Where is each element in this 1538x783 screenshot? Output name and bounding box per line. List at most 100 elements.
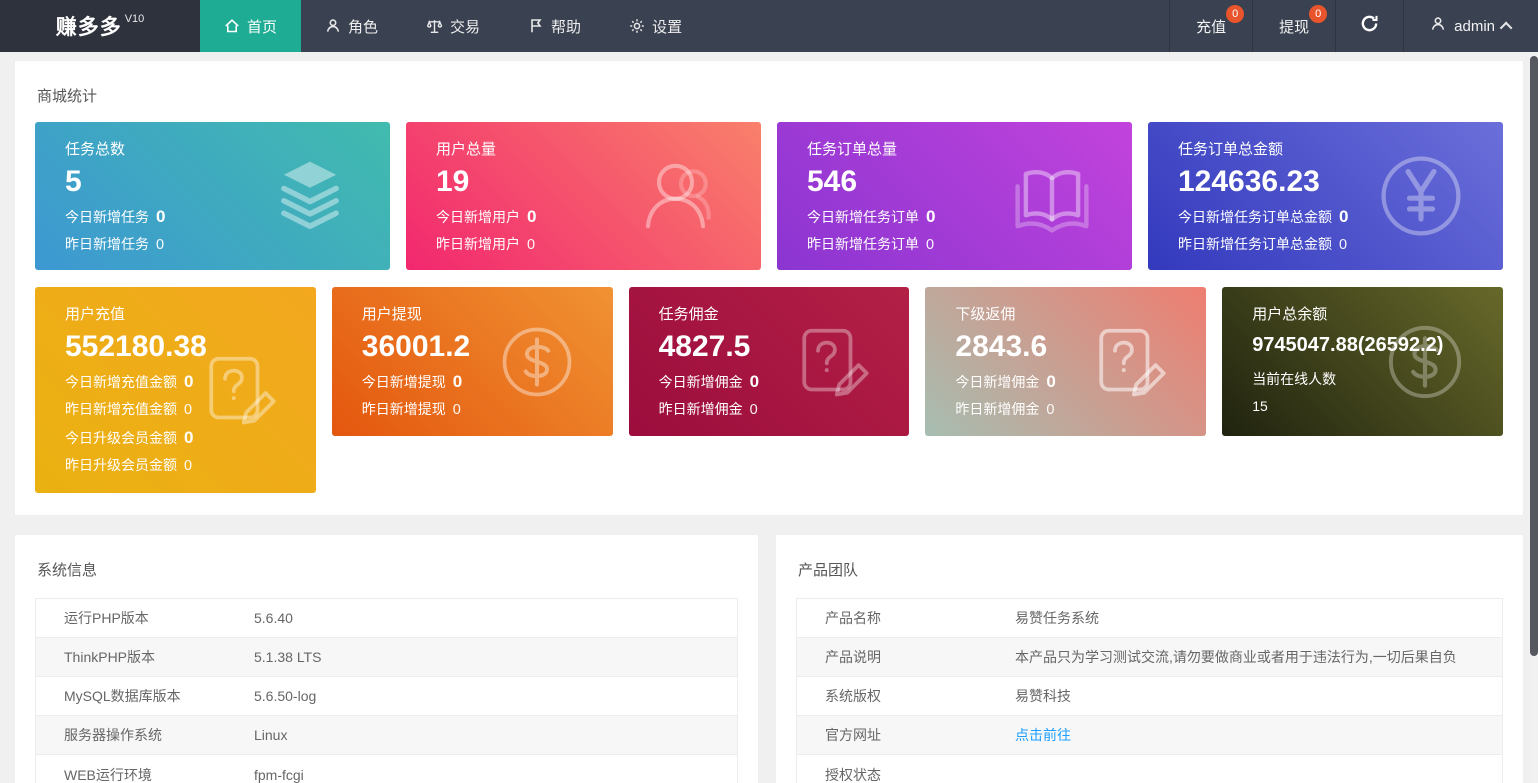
nav-item-label: 角色 <box>348 16 378 37</box>
row-label: ThinkPHP版本 <box>36 647 254 667</box>
row-label: WEB运行环境 <box>36 765 254 783</box>
app-logo[interactable]: 赚多多 V10 <box>0 0 200 52</box>
stat-title: 用户充值 <box>65 303 316 324</box>
stats-cards: 任务总数 5 今日新增任务0 昨日新增任务0 用户总量 19 今日新增用户0 <box>15 122 1523 515</box>
stat-line-value: 0 <box>184 402 192 418</box>
stat-card-task-commission: 任务佣金 4827.5 今日新增佣金0 昨日新增佣金0 <box>629 287 910 436</box>
recharge-badge: 0 <box>1226 5 1244 23</box>
yen-circle-icon <box>1375 150 1467 242</box>
stat-line-label: 今日新增佣金 <box>659 374 743 390</box>
system-info-panel: 系统信息 运行PHP版本 5.6.40 ThinkPHP版本 5.1.38 LT… <box>14 534 759 783</box>
row-value: 5.6.50-log <box>254 688 316 704</box>
layers-icon <box>266 152 354 240</box>
row-value: Linux <box>254 727 287 743</box>
nav-item-label: 帮助 <box>551 16 581 37</box>
nav-item-label: 首页 <box>247 16 277 37</box>
row-value: 易赞科技 <box>1015 686 1071 706</box>
stat-line-label: 昨日升级会员金额 <box>65 457 177 473</box>
app-title: 赚多多 <box>56 11 122 41</box>
withdraw-button[interactable]: 提现 0 <box>1252 0 1335 52</box>
stat-line-value: 0 <box>926 237 934 253</box>
username: admin <box>1454 18 1495 35</box>
stat-line-value: 0 <box>184 372 193 391</box>
user-icon <box>325 18 341 34</box>
stat-line-label: 昨日新增充值金额 <box>65 401 177 417</box>
app-version: V10 <box>125 13 145 25</box>
stat-card-user-recharge: 用户充值 552180.38 今日新增充值金额0 昨日新增充值金额0 今日升级会… <box>35 287 316 493</box>
table-row: 官方网址 点击前往 <box>797 716 1502 755</box>
table-row: MySQL数据库版本 5.6.50-log <box>36 677 737 716</box>
stat-card-user-balance: 用户总余额 9745047.88(26592.2) 当前在线人数 15 <box>1222 287 1503 436</box>
stat-line-value: 0 <box>453 372 462 391</box>
user-icon <box>1430 16 1446 36</box>
stat-line-value: 0 <box>1339 207 1348 226</box>
nav-item-label: 设置 <box>652 16 682 37</box>
stat-line-label: 今日新增任务订单 <box>807 209 919 225</box>
stat-line-label: 昨日新增任务订单总金额 <box>1178 236 1332 252</box>
nav-item-help[interactable]: 帮助 <box>504 0 605 52</box>
row-label: 授权状态 <box>797 765 1015 783</box>
stat-line-label: 今日升级会员金额 <box>65 430 177 446</box>
stat-card-orders-total: 任务订单总量 546 今日新增任务订单0 昨日新增任务订单0 <box>777 122 1132 270</box>
refresh-icon <box>1360 14 1379 38</box>
dollar-circle-icon <box>497 322 577 402</box>
stat-line-value: 0 <box>750 372 759 391</box>
stat-line-value: 0 <box>750 402 758 418</box>
page-scrollbar <box>1530 52 1538 783</box>
stats-row-2: 用户充值 552180.38 今日新增充值金额0 昨日新增充值金额0 今日升级会… <box>35 287 1503 493</box>
stats-heading: 商城统计 <box>15 61 1523 122</box>
top-navbar: 赚多多 V10 首页 角色 交易 帮助 设置 充值 0 <box>0 0 1538 52</box>
nav-item-home[interactable]: 首页 <box>200 0 301 52</box>
stat-line-value: 0 <box>184 458 192 474</box>
recharge-button[interactable]: 充值 0 <box>1169 0 1252 52</box>
row-label: MySQL数据库版本 <box>36 686 254 706</box>
book-icon <box>1008 152 1096 240</box>
table-row: 授权状态 <box>797 755 1502 783</box>
stat-line-label: 昨日新增用户 <box>436 236 520 252</box>
table-row: 产品名称 易赞任务系统 <box>797 599 1502 638</box>
scales-icon <box>426 18 443 35</box>
system-info-heading: 系统信息 <box>15 535 758 596</box>
stat-line-value: 0 <box>156 237 164 253</box>
row-label: 系统版权 <box>797 686 1015 706</box>
stat-line-value: 0 <box>453 402 461 418</box>
stat-card-users-total: 用户总量 19 今日新增用户0 昨日新增用户0 <box>406 122 761 270</box>
withdraw-badge: 0 <box>1309 5 1327 23</box>
stat-line-value: 0 <box>1046 372 1055 391</box>
flag-icon <box>528 18 544 34</box>
main-content: 商城统计 任务总数 5 今日新增任务0 昨日新增任务0 用户总 <box>0 52 1530 783</box>
stat-line-value: 0 <box>156 207 165 226</box>
refresh-button[interactable] <box>1335 0 1403 52</box>
nav-item-label: 交易 <box>450 16 480 37</box>
stat-line-label: 今日新增佣金 <box>955 374 1039 390</box>
stat-line-label: 昨日新增任务订单 <box>807 236 919 252</box>
row-value: 易赞任务系统 <box>1015 608 1099 628</box>
table-row: 运行PHP版本 5.6.40 <box>36 599 737 638</box>
stat-card-tasks-total: 任务总数 5 今日新增任务0 昨日新增任务0 <box>35 122 390 270</box>
users-icon <box>637 152 725 240</box>
nav-item-settings[interactable]: 设置 <box>605 0 706 52</box>
user-menu[interactable]: admin <box>1403 0 1538 52</box>
row-label: 服务器操作系统 <box>36 725 254 745</box>
table-row: WEB运行环境 fpm-fcgi <box>36 755 737 783</box>
navbar-spacer <box>706 0 1169 52</box>
stat-line-label: 今日新增任务订单总金额 <box>1178 209 1332 225</box>
doc-question-pencil-icon <box>1090 322 1170 402</box>
official-site-link[interactable]: 点击前往 <box>1015 727 1071 743</box>
nav-item-roles[interactable]: 角色 <box>301 0 402 52</box>
home-icon <box>224 18 240 34</box>
row-value: 5.6.40 <box>254 610 293 626</box>
stats-panel: 商城统计 任务总数 5 今日新增任务0 昨日新增任务0 用户总 <box>14 60 1524 516</box>
chevron-up-icon <box>1500 21 1513 34</box>
doc-question-pencil-icon <box>793 322 873 402</box>
table-row: ThinkPHP版本 5.1.38 LTS <box>36 638 737 677</box>
withdraw-label: 提现 <box>1279 16 1309 37</box>
stat-line-label: 昨日新增佣金 <box>659 401 743 417</box>
stat-card-orders-amount: 任务订单总金额 124636.23 今日新增任务订单总金额0 昨日新增任务订单总… <box>1148 122 1503 270</box>
stat-line-value: 0 <box>527 237 535 253</box>
row-value: 5.1.38 LTS <box>254 649 321 665</box>
bottom-panels: 系统信息 运行PHP版本 5.6.40 ThinkPHP版本 5.1.38 LT… <box>14 534 1524 783</box>
product-team-heading: 产品团队 <box>776 535 1523 596</box>
scrollbar-thumb[interactable] <box>1530 56 1538 656</box>
nav-item-trade[interactable]: 交易 <box>402 0 504 52</box>
